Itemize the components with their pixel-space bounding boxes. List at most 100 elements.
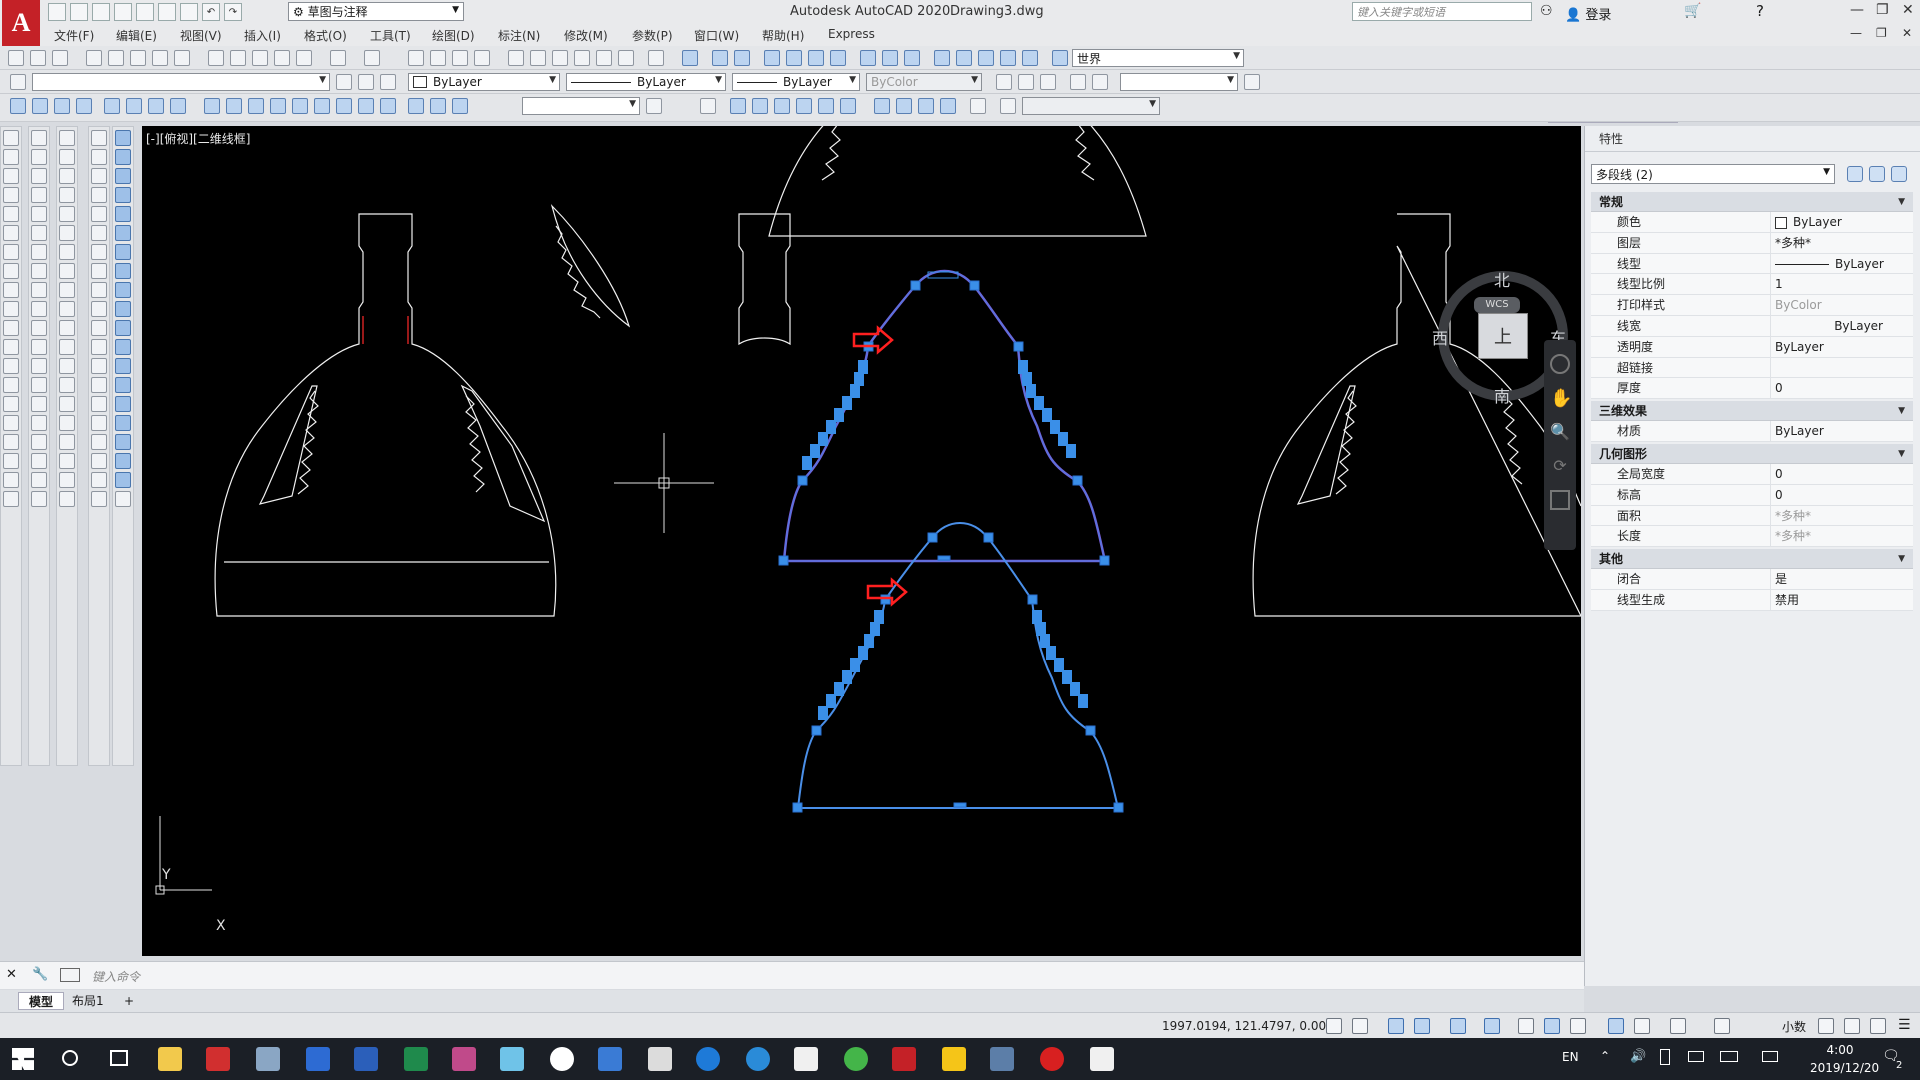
polygon-icon[interactable] xyxy=(3,187,19,203)
attribute-icon[interactable] xyxy=(59,358,75,374)
image-icon[interactable] xyxy=(59,415,75,431)
mirror-icon[interactable] xyxy=(31,168,47,184)
login-button[interactable]: 👤 登录 xyxy=(1565,4,1611,23)
dimension-icon[interactable] xyxy=(59,130,75,146)
view-top-icon[interactable] xyxy=(730,98,746,114)
prop-row-linetype-scale[interactable]: 线型比例 1 xyxy=(1591,274,1913,296)
ordinate-icon[interactable] xyxy=(76,98,92,114)
ucs-icon[interactable] xyxy=(682,50,698,66)
imprint-icon[interactable] xyxy=(115,320,131,336)
selection-cycling-icon[interactable] xyxy=(1570,1018,1586,1034)
shell-icon[interactable] xyxy=(115,377,131,393)
insert-block-icon[interactable] xyxy=(3,339,19,355)
taper-faces-icon[interactable] xyxy=(115,225,131,241)
paste-icon[interactable] xyxy=(252,50,268,66)
hatch-icon[interactable] xyxy=(3,396,19,412)
thicken-icon[interactable] xyxy=(115,434,131,450)
save-icon[interactable] xyxy=(52,50,68,66)
view-left-icon[interactable] xyxy=(774,98,790,114)
compass-west[interactable]: 西 xyxy=(1432,325,1448,349)
calculator-icon[interactable] xyxy=(648,1047,672,1071)
view-front-icon[interactable] xyxy=(818,98,834,114)
polar-tracking-icon[interactable] xyxy=(1414,1018,1430,1034)
drawing-canvas[interactable]: [-][俯视][二维线框] Y X 上 北 南 东 西 WCS ✋ 🔍 ⟳ xyxy=(142,126,1581,956)
multileader-style-select[interactable]: ▼ xyxy=(1120,73,1238,91)
sheet-set-icon[interactable] xyxy=(174,50,190,66)
jogged-linear-icon[interactable] xyxy=(380,98,396,114)
menu-modify[interactable]: 修改(M) xyxy=(564,27,608,44)
diameter-icon[interactable] xyxy=(148,98,164,114)
category-geometry[interactable]: 几何图形 ▼ xyxy=(1591,443,1913,464)
view-bottom-icon[interactable] xyxy=(752,98,768,114)
dynamic-ucs-icon[interactable] xyxy=(1634,1018,1650,1034)
collect-leaders-icon[interactable] xyxy=(1092,74,1108,90)
menu-format[interactable]: 格式(O) xyxy=(304,27,347,44)
wedge-icon[interactable] xyxy=(91,149,107,165)
add-selected-icon[interactable] xyxy=(3,491,19,507)
prop-value[interactable]: ByLayer xyxy=(1771,337,1913,357)
file-explorer-icon[interactable] xyxy=(158,1047,182,1071)
zoom-window-icon[interactable] xyxy=(452,50,468,66)
extrude-icon[interactable] xyxy=(91,301,107,317)
snap-icon[interactable] xyxy=(1352,1018,1368,1034)
object-snap-tracking-icon[interactable] xyxy=(1484,1018,1500,1034)
ucs-origin-icon[interactable] xyxy=(830,50,846,66)
menu-insert[interactable]: 插入(I) xyxy=(244,27,281,44)
input-language[interactable]: EN xyxy=(1562,1050,1579,1064)
prop-value[interactable]: 0 xyxy=(1771,485,1913,505)
add-layout-button[interactable]: + xyxy=(114,992,144,1010)
linear-dimension-icon[interactable] xyxy=(10,98,26,114)
copy-faces-icon[interactable] xyxy=(115,244,131,260)
prop-row-thickness[interactable]: 厚度 0 xyxy=(1591,378,1913,400)
rectangle-icon[interactable] xyxy=(3,206,19,222)
pdf-reader-icon[interactable] xyxy=(206,1047,230,1071)
open-file-icon[interactable] xyxy=(70,3,88,21)
app-yellow-icon[interactable] xyxy=(942,1047,966,1071)
ucs-world-icon[interactable] xyxy=(712,50,728,66)
prop-row-transparency[interactable]: 透明度 ByLayer xyxy=(1591,336,1913,358)
rotate-faces-icon[interactable] xyxy=(115,206,131,222)
helix-icon[interactable] xyxy=(91,263,107,279)
3d-rotate-icon[interactable] xyxy=(91,472,107,488)
copy-icon[interactable] xyxy=(230,50,246,66)
snap-parallel-icon[interactable] xyxy=(59,282,75,298)
ortho-icon[interactable] xyxy=(1388,1018,1404,1034)
move-icon[interactable] xyxy=(31,225,47,241)
steering-wheel-icon[interactable] xyxy=(1550,354,1570,374)
menu-edit[interactable]: 编辑(E) xyxy=(116,27,157,44)
prop-value[interactable]: ByLayer xyxy=(1771,421,1913,441)
cylinder-icon[interactable] xyxy=(91,206,107,222)
ucs-previous-icon[interactable] xyxy=(734,50,750,66)
line-icon[interactable] xyxy=(3,130,19,146)
loft-icon[interactable] xyxy=(91,377,107,393)
app-logo-icon[interactable] xyxy=(550,1047,574,1071)
app-cards-icon[interactable] xyxy=(1090,1047,1114,1071)
chamfer-icon[interactable] xyxy=(31,377,47,393)
stretch-icon[interactable] xyxy=(31,282,47,298)
menu-view[interactable]: 视图(V) xyxy=(180,27,222,44)
dimension-update-icon[interactable] xyxy=(452,98,468,114)
redo-icon[interactable] xyxy=(364,50,380,66)
undo-icon[interactable]: ↶ xyxy=(202,3,220,21)
prop-value[interactable]: ByLayer xyxy=(1771,212,1913,232)
toggle-pickadd-icon[interactable] xyxy=(1847,166,1863,182)
help-icon[interactable] xyxy=(648,50,664,66)
prop-value[interactable]: 0 xyxy=(1771,378,1913,398)
clip-icon[interactable] xyxy=(59,453,75,469)
field-icon[interactable] xyxy=(31,491,47,507)
calculator-icon[interactable] xyxy=(618,50,634,66)
wcs-menu[interactable]: WCS xyxy=(1474,297,1520,313)
object-type-select[interactable]: 多段线 (2) ▼ xyxy=(1591,164,1835,184)
restore-icon[interactable]: ❐ xyxy=(1876,2,1889,18)
menu-parametric[interactable]: 参数(P) xyxy=(632,27,673,44)
array-icon[interactable] xyxy=(31,206,47,222)
layer-manager-icon[interactable] xyxy=(10,74,26,90)
new-icon[interactable] xyxy=(8,50,24,66)
markup-icon[interactable] xyxy=(596,50,612,66)
transparency-icon[interactable] xyxy=(1544,1018,1560,1034)
union-icon[interactable] xyxy=(91,396,107,412)
prop-row-global-width[interactable]: 全局宽度 0 xyxy=(1591,463,1913,485)
block-attribute-icon[interactable] xyxy=(59,396,75,412)
pyramid-icon[interactable] xyxy=(91,244,107,260)
undo-icon[interactable] xyxy=(330,50,346,66)
